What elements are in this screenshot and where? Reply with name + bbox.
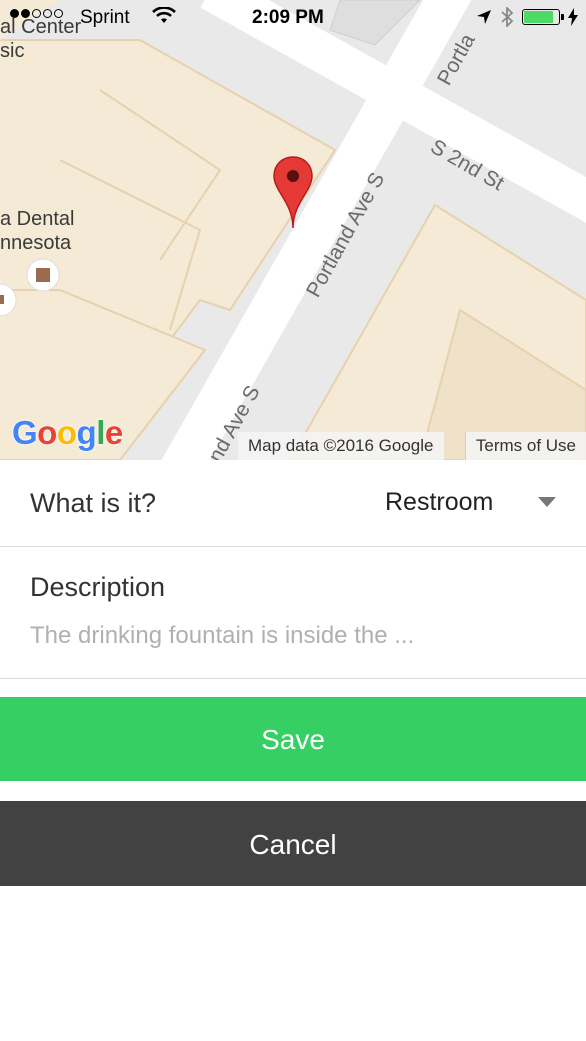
- type-label: What is it?: [30, 488, 157, 518]
- map-attribution: Map data ©2016 Google: [238, 432, 444, 460]
- status-bar: Sprint 2:09 PM: [0, 0, 586, 38]
- wifi-icon: [152, 7, 176, 23]
- type-row[interactable]: What is it? Restroom: [0, 460, 586, 547]
- terms-of-use-link[interactable]: Terms of Use: [464, 432, 586, 460]
- map-tiles: [0, 0, 586, 460]
- description-row[interactable]: Description The drinking fountain is ins…: [0, 548, 586, 679]
- description-label: Description: [30, 572, 166, 602]
- battery-icon: [522, 9, 564, 25]
- place-label: sic: [0, 40, 25, 62]
- type-select[interactable]: Restroom: [385, 488, 493, 517]
- description-input[interactable]: The drinking fountain is inside the ...: [30, 622, 414, 650]
- cancel-button[interactable]: Cancel: [0, 801, 586, 886]
- bluetooth-icon: [501, 7, 514, 27]
- signal-strength-icon: [10, 9, 63, 18]
- chevron-down-icon[interactable]: [538, 497, 556, 507]
- google-logo: Google: [12, 414, 123, 451]
- place-label: nnesota: [0, 232, 72, 254]
- clock: 2:09 PM: [252, 7, 324, 28]
- map-pin-icon[interactable]: [272, 155, 314, 230]
- carrier-name: Sprint: [80, 7, 130, 28]
- map-view[interactable]: Portland Ave S nd Ave S Portla S 2nd St …: [0, 0, 586, 460]
- location-arrow-icon: [477, 10, 491, 24]
- save-button[interactable]: Save: [0, 697, 586, 781]
- place-label: a Dental: [0, 208, 75, 230]
- charging-icon: [568, 8, 578, 26]
